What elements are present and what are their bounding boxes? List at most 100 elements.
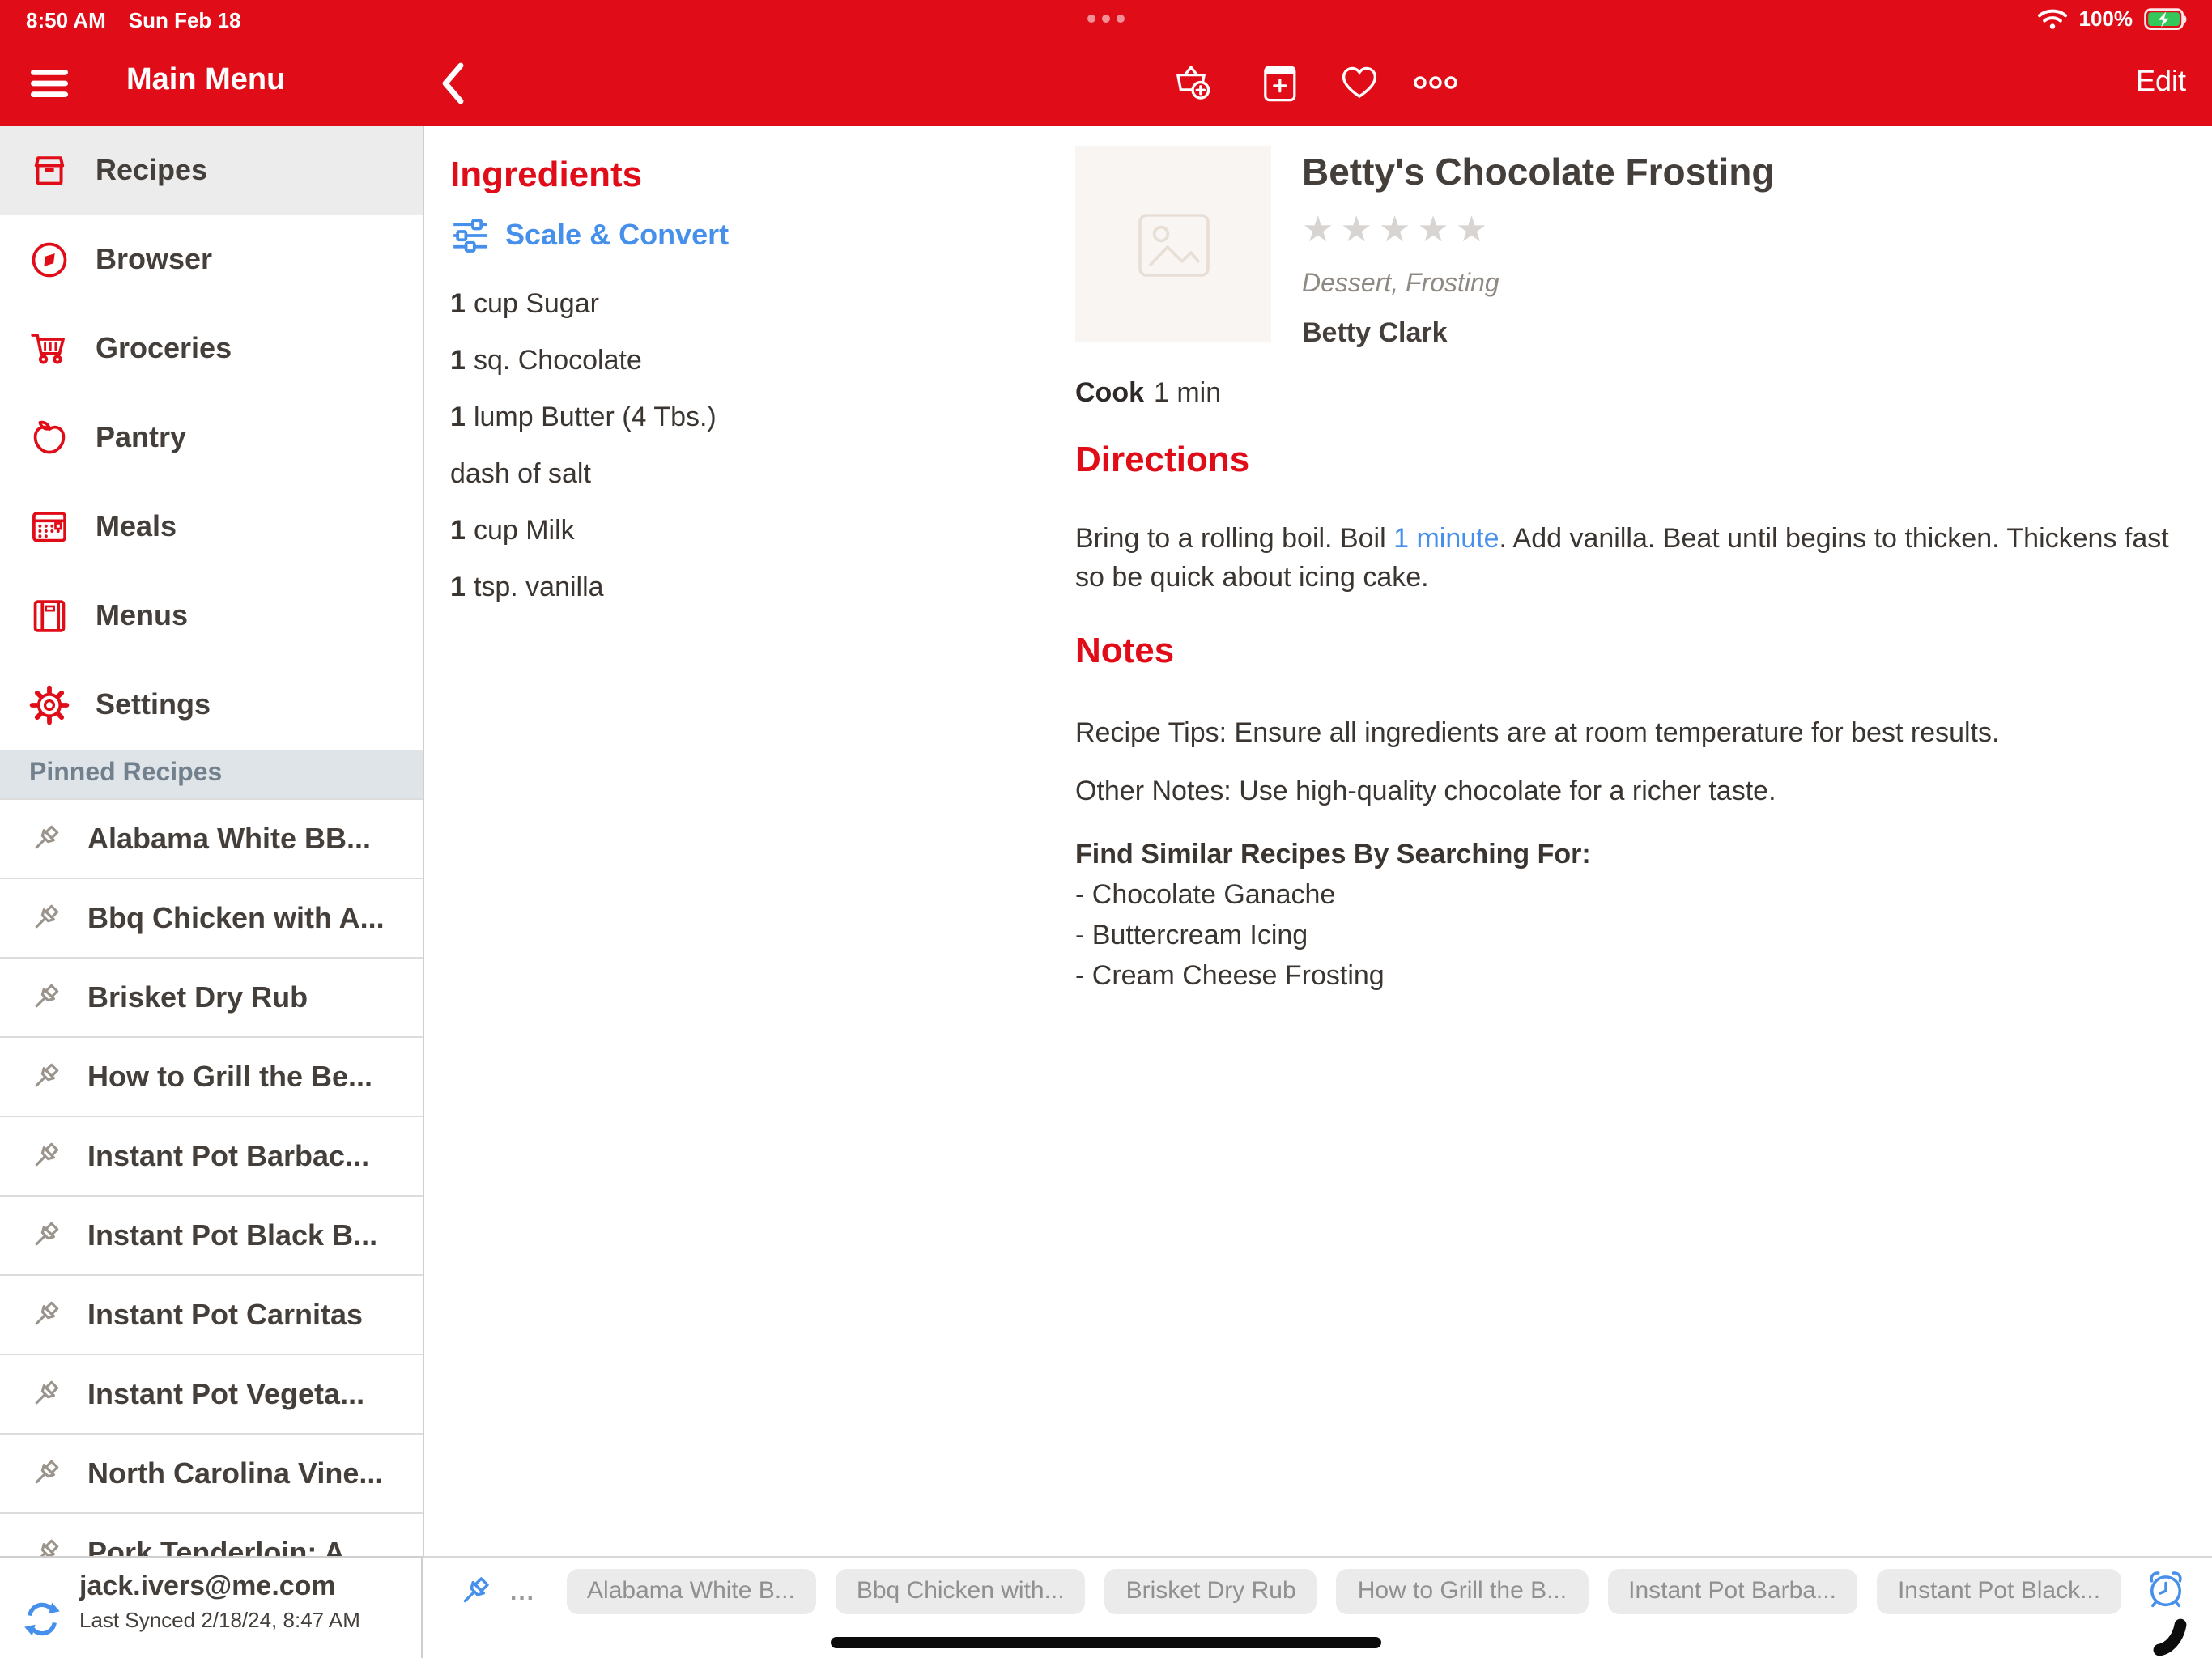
ingredient-item[interactable]: 1 tsp. vanilla (450, 572, 1043, 604)
pinned-recipe-item[interactable]: Instant Pot Carnitas (0, 1276, 423, 1355)
recent-recipe-chip[interactable]: Instant Pot Black... (1877, 1569, 2121, 1614)
favorite-heart-icon[interactable] (1338, 62, 1381, 104)
pushpin-icon (26, 979, 63, 1016)
notes-header: Notes (1075, 630, 2193, 672)
ingredient-item[interactable]: 1sq. Chocolate (450, 345, 1043, 377)
search-suggestion: - Cream Cheese Frosting (1075, 955, 2193, 996)
ink-cursor-mark (2152, 1616, 2191, 1656)
add-to-meals-icon[interactable] (1260, 62, 1300, 105)
pinned-recipe-item[interactable]: Alabama White BB... (0, 800, 423, 879)
edit-button[interactable]: Edit (2136, 65, 2186, 99)
ingredient-quantity: 1 (450, 515, 466, 546)
scale-convert-label: Scale & Convert (505, 219, 729, 253)
pinned-recipes-list: Alabama White BB... Bbq Chicken with (0, 798, 423, 1556)
add-to-groceries-basket-icon[interactable] (1169, 62, 1213, 105)
directions-header: Directions (1075, 439, 2193, 481)
sidebar-item-recipes[interactable]: Recipes (0, 126, 423, 215)
sidebar-item-groceries[interactable]: Groceries (0, 304, 423, 393)
pinned-recipe-label: Pork Tenderloin: A (87, 1536, 345, 1556)
ingredients-list: 1cup Sugar 1sq. Chocolate 1lump Butter (… (450, 288, 1043, 604)
sidebar-item-label: Menus (96, 599, 188, 633)
pushpin-icon (26, 1217, 63, 1254)
account-email: jack.ivers@me.com (79, 1571, 360, 1603)
recent-recipe-chip[interactable]: Bbq Chicken with... (836, 1569, 1086, 1614)
pinned-recipe-item[interactable]: Brisket Dry Rub (0, 959, 423, 1038)
pinned-recipe-label: Bbq Chicken with A... (87, 901, 385, 935)
sidebar-item-label: Pantry (96, 421, 186, 455)
star-rating[interactable]: ★★★★★ (1302, 209, 1774, 251)
pinned-recipe-label: Instant Pot Barbac... (87, 1139, 369, 1173)
pinned-recipe-item[interactable]: Instant Pot Black B... (0, 1197, 423, 1276)
more-ellipsis-icon[interactable] (1412, 62, 1459, 104)
pinned-recipe-item[interactable]: Instant Pot Vegeta... (0, 1355, 423, 1435)
sliders-icon (450, 215, 491, 256)
photo-placeholder-icon (1136, 206, 1210, 281)
recent-recipe-chip[interactable]: How to Grill the B... (1337, 1569, 1588, 1614)
ingredient-item[interactable]: 1 cup Milk (450, 515, 1043, 547)
sync-icon (23, 1579, 62, 1658)
sidebar-item-browser[interactable]: Browser (0, 215, 423, 304)
pantry-apple-icon (28, 416, 71, 460)
pinned-recipe-item[interactable]: Pork Tenderloin: A (0, 1514, 423, 1556)
sidebar-item-pantry[interactable]: Pantry (0, 393, 423, 483)
pinned-recipe-item[interactable]: Bbq Chicken with A... (0, 879, 423, 959)
recent-recipe-chip[interactable]: Alabama White B... (566, 1569, 816, 1614)
notes-tips: Recipe Tips: Ensure all ingredients are … (1075, 714, 2193, 753)
cook-time-row: Cook1 min (1075, 377, 2193, 410)
sidebar: Recipes Browser Groceries (0, 126, 424, 1556)
ingredient-text: tsp. vanilla (474, 572, 604, 602)
multitask-dots-icon (1087, 15, 1125, 23)
pinned-recipe-item[interactable]: North Carolina Vine... (0, 1435, 423, 1514)
notes-other: Other Notes: Use high-quality chocolate … (1075, 772, 2193, 811)
recipe-box-icon (28, 149, 71, 193)
status-bar: 8:50 AM Sun Feb 18 100% (0, 0, 2212, 39)
back-chevron-icon[interactable] (439, 62, 466, 105)
ingredient-quantity: 1 (450, 572, 466, 602)
page-title: Main Menu (126, 63, 285, 99)
pinned-recipe-item[interactable]: Instant Pot Barbac... (0, 1117, 423, 1197)
recent-recipe-chip[interactable]: Instant Pot Barba... (1607, 1569, 1857, 1614)
recent-recipe-chip[interactable]: Brisket Dry Rub (1105, 1569, 1317, 1614)
search-suggestions-list: - Chocolate Ganache- Buttercream Icing- … (1075, 874, 2193, 996)
ingredient-text: lump Butter (4 Tbs.) (474, 402, 717, 432)
ingredient-item[interactable]: 1cup Sugar (450, 288, 1043, 321)
status-time: 8:50 AM (26, 8, 106, 32)
home-indicator[interactable] (831, 1637, 1381, 1648)
notes-find-similar: Find Similar Recipes By Searching For: -… (1075, 834, 2193, 996)
search-suggestion: - Buttercream Icing (1075, 915, 2193, 955)
sidebar-item-settings[interactable]: Settings (0, 661, 423, 750)
pinned-pushpin-icon[interactable] (453, 1571, 494, 1612)
ingredient-item[interactable]: 1lump Butter (4 Tbs.) (450, 402, 1043, 434)
recipe-author: Betty Clark (1302, 317, 1774, 350)
pinned-recipe-item[interactable]: How to Grill the Be... (0, 1038, 423, 1117)
app-window: 8:50 AM Sun Feb 18 100% (0, 0, 2212, 1658)
timer-alarm-icon[interactable] (2144, 1567, 2188, 1611)
sidebar-item-meals[interactable]: Meals (0, 483, 423, 572)
recipe-categories: Dessert, Frosting (1302, 270, 1774, 300)
timer-link[interactable]: 1 minute (1393, 523, 1499, 554)
pinned-recipes-header: Pinned Recipes (0, 750, 423, 798)
gear-icon (28, 683, 71, 727)
scale-convert-button[interactable]: Scale & Convert (450, 215, 1043, 256)
recipe-title: Betty's Chocolate Frosting (1302, 151, 1774, 194)
sidebar-item-label: Groceries (96, 332, 232, 366)
ingredient-text: cup Milk (474, 515, 575, 546)
last-synced-label: Last Synced 2/18/24, 8:47 AM (79, 1608, 360, 1632)
cook-value: 1 min (1154, 377, 1221, 408)
recipe-photo-placeholder[interactable] (1075, 146, 1271, 342)
pushpin-icon (26, 820, 63, 857)
pinned-overflow-label[interactable]: ... (510, 1578, 535, 1605)
pushpin-icon (26, 1375, 63, 1413)
pinned-recipe-label: Instant Pot Vegeta... (87, 1377, 364, 1411)
recipe-detail-pane: Ingredients Scale & Convert 1cup Sugar (424, 126, 2212, 1556)
ingredients-header: Ingredients (450, 154, 1043, 196)
ingredients-section: Ingredients Scale & Convert 1cup Sugar (450, 154, 1043, 628)
hamburger-menu-icon[interactable] (29, 68, 70, 99)
ingredient-item[interactable]: dash of salt (450, 458, 1043, 491)
pinned-recipe-label: Instant Pot Carnitas (87, 1298, 363, 1332)
sidebar-item-label: Recipes (96, 154, 207, 188)
pinned-recipe-label: North Carolina Vine... (87, 1456, 383, 1490)
sync-account-footer[interactable]: jack.ivers@me.com Last Synced 2/18/24, 8… (0, 1556, 423, 1658)
sidebar-item-menus[interactable]: Menus (0, 572, 423, 661)
top-bar: 8:50 AM Sun Feb 18 100% (0, 0, 2212, 126)
